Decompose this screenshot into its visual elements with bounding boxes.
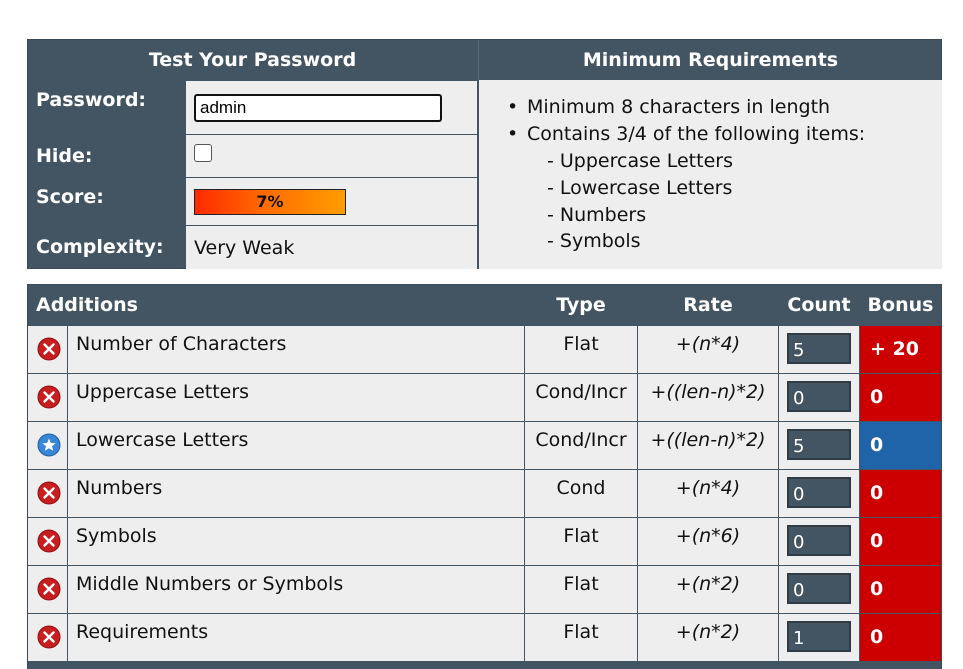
score-cell: 7% bbox=[186, 177, 477, 225]
count-value: 5 bbox=[787, 429, 851, 460]
requirement-subitem: - Symbols bbox=[547, 230, 641, 252]
addition-type: Cond/Incr bbox=[525, 422, 637, 469]
status-cell bbox=[28, 518, 67, 565]
requirement-subitem: - Numbers bbox=[547, 204, 647, 226]
addition-row: Lowercase Letters Cond/Incr +((len-n)*2) 5 0 bbox=[28, 421, 941, 469]
score-text: 7% bbox=[256, 192, 284, 211]
password-input[interactable] bbox=[194, 93, 442, 122]
type-header: Type bbox=[556, 294, 606, 316]
bonus-header: Bonus bbox=[867, 294, 934, 316]
status-cell bbox=[28, 614, 67, 661]
count-cell: 1 bbox=[779, 614, 859, 661]
status-cell bbox=[28, 374, 67, 421]
hide-cell bbox=[186, 134, 477, 177]
count-cell: 5 bbox=[779, 422, 859, 469]
count-cell: 0 bbox=[779, 518, 859, 565]
addition-row: Middle Numbers or Symbols Flat +(n*2) 0 0 bbox=[28, 565, 941, 613]
count-value: 0 bbox=[787, 573, 851, 604]
addition-name: Number of Characters bbox=[68, 326, 524, 373]
count-header: Count bbox=[787, 294, 851, 316]
status-cell bbox=[28, 470, 67, 517]
addition-type: Flat bbox=[525, 614, 637, 661]
addition-row: Uppercase Letters Cond/Incr +((len-n)*2) 0 0 bbox=[28, 373, 941, 421]
bonus-value: 0 bbox=[860, 614, 941, 661]
requirement-subitem: - Lowercase Letters bbox=[547, 177, 733, 199]
addition-type: Flat bbox=[525, 566, 637, 613]
addition-rate: +((len-n)*2) bbox=[638, 422, 778, 469]
count-value: 0 bbox=[787, 525, 851, 556]
complexity-label: Complexity: bbox=[36, 236, 164, 258]
addition-row: Symbols Flat +(n*6) 0 0 bbox=[28, 517, 941, 565]
addition-name: Middle Numbers or Symbols bbox=[68, 566, 524, 613]
fail-icon bbox=[37, 625, 61, 649]
addition-rate: +(n*2) bbox=[638, 566, 778, 613]
password-cell bbox=[186, 80, 477, 134]
score-label: Score: bbox=[36, 186, 104, 208]
count-cell: 0 bbox=[779, 566, 859, 613]
count-cell: 0 bbox=[779, 470, 859, 517]
test-password-header: Test Your Password bbox=[148, 49, 357, 71]
requirement-subitem: - Uppercase Letters bbox=[547, 150, 733, 172]
requirement-bullet: Contains 3/4 of the following items: bbox=[507, 123, 865, 145]
score-bar: 7% bbox=[194, 188, 346, 215]
addition-name: Symbols bbox=[68, 518, 524, 565]
exceed-icon bbox=[37, 433, 61, 457]
addition-name: Uppercase Letters bbox=[68, 374, 524, 421]
password-label: Password: bbox=[36, 89, 147, 111]
fail-icon bbox=[37, 481, 61, 505]
addition-type: Flat bbox=[525, 326, 637, 373]
addition-row: Numbers Cond +(n*4) 0 0 bbox=[28, 469, 941, 517]
count-value: 5 bbox=[787, 333, 851, 364]
bonus-value: 0 bbox=[860, 470, 941, 517]
addition-type: Cond bbox=[525, 470, 637, 517]
fail-icon bbox=[37, 529, 61, 553]
status-cell bbox=[28, 566, 67, 613]
addition-type: Cond/Incr bbox=[525, 374, 637, 421]
addition-type: Flat bbox=[525, 518, 637, 565]
bonus-value: 0 bbox=[860, 374, 941, 421]
complexity-value: Very Weak bbox=[186, 225, 477, 269]
addition-row: Requirements Flat +(n*2) 1 0 bbox=[28, 613, 941, 661]
fail-icon bbox=[37, 577, 61, 601]
hide-label: Hide: bbox=[36, 144, 93, 167]
bonus-value: 0 bbox=[860, 422, 941, 469]
count-value: 0 bbox=[787, 477, 851, 508]
addition-name: Lowercase Letters bbox=[68, 422, 524, 469]
addition-rate: +(n*2) bbox=[638, 614, 778, 661]
bonus-value: 0 bbox=[860, 566, 941, 613]
fail-icon bbox=[37, 337, 61, 361]
additions-table: Additions Type Rate Count Bonus Number o… bbox=[27, 284, 942, 669]
requirement-bullet: Minimum 8 characters in length bbox=[507, 96, 830, 118]
count-value: 0 bbox=[787, 381, 851, 412]
status-cell bbox=[28, 326, 67, 373]
addition-name: Requirements bbox=[68, 614, 524, 661]
addition-rate: +((len-n)*2) bbox=[638, 374, 778, 421]
addition-name: Numbers bbox=[68, 470, 524, 517]
status-cell bbox=[28, 422, 67, 469]
rate-header: Rate bbox=[683, 294, 733, 316]
addition-rate: +(n*6) bbox=[638, 518, 778, 565]
requirements-panel: Minimum 8 characters in length Contains … bbox=[478, 80, 942, 269]
count-cell: 0 bbox=[779, 374, 859, 421]
bonus-value: + 20 bbox=[860, 326, 941, 373]
addition-rate: +(n*4) bbox=[638, 326, 778, 373]
count-value: 1 bbox=[787, 621, 851, 652]
requirements-header: Minimum Requirements bbox=[478, 40, 942, 80]
bonus-value: 0 bbox=[860, 518, 941, 565]
hide-checkbox[interactable] bbox=[194, 144, 212, 162]
fail-icon bbox=[37, 385, 61, 409]
test-password-table: Test Your Password Minimum Requirements … bbox=[27, 39, 942, 269]
count-cell: 5 bbox=[779, 326, 859, 373]
addition-row: Number of Characters Flat +(n*4) 5 + 20 bbox=[28, 325, 941, 373]
addition-rate: +(n*4) bbox=[638, 470, 778, 517]
additions-header: Additions bbox=[36, 294, 138, 316]
